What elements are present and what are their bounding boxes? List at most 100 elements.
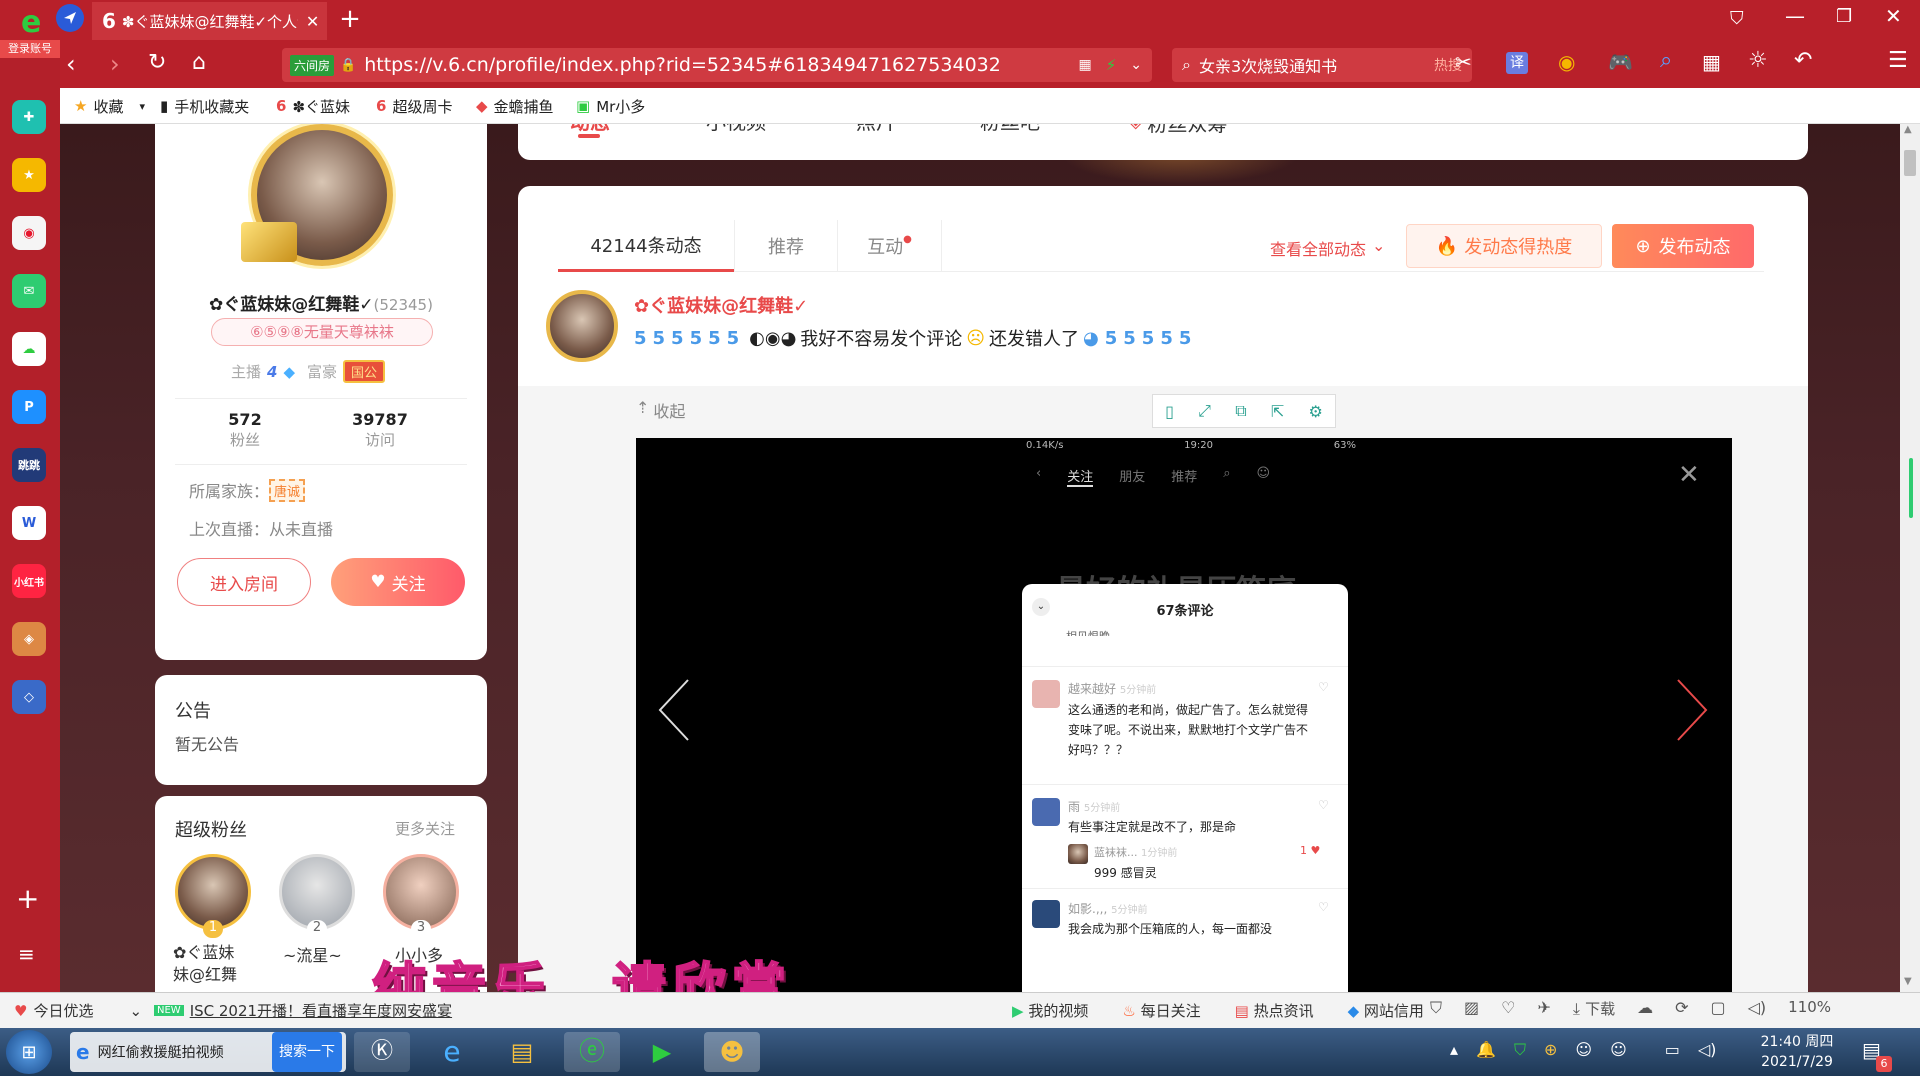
prev-arrow-icon[interactable]: [656, 678, 692, 742]
fan-name[interactable]: ✿ぐ蓝妹 妹@红舞: [173, 942, 263, 986]
refresh-icon[interactable]: ⟳: [1675, 998, 1688, 1019]
minimize-icon[interactable]: —: [1785, 4, 1805, 28]
new-tab-button[interactable]: +: [333, 4, 367, 38]
close-window-icon[interactable]: ✕: [1885, 4, 1902, 28]
hot-button[interactable]: 🔥 发动态得热度: [1406, 224, 1602, 268]
sidebar-star-icon[interactable]: ★: [12, 158, 46, 192]
fan-avatar[interactable]: [175, 854, 251, 930]
brightness-icon[interactable]: ☼: [1748, 48, 1768, 73]
game-icon[interactable]: 🎮: [1608, 50, 1633, 74]
page-scrollbar[interactable]: ▲ ▼: [1900, 124, 1920, 992]
favorites-item[interactable]: ★ 收藏 ▾: [74, 88, 145, 124]
video-close-icon[interactable]: ✕: [1678, 460, 1700, 490]
fullscreen-icon[interactable]: ⤢: [1198, 401, 1211, 421]
shield-icon[interactable]: ⛉: [1430, 998, 1442, 1019]
zoom-level[interactable]: 110%: [1788, 998, 1831, 1019]
favorites-item[interactable]: ◆ 金蟾捕鱼: [476, 88, 554, 124]
fan-name[interactable]: ~流星~: [283, 942, 342, 966]
clock-date[interactable]: 2021/7/29: [1752, 1052, 1842, 1072]
collapse-link[interactable]: ⇡ 收起: [636, 398, 685, 422]
view-all-dropdown[interactable]: 查看全部动态 ⌄: [1270, 236, 1385, 260]
speed-icon[interactable]: ✈: [1537, 998, 1550, 1019]
scissors-icon[interactable]: ✂: [1455, 50, 1472, 74]
more-follow-link[interactable]: 更多关注: [395, 818, 455, 839]
menu-icon[interactable]: ☰: [1888, 48, 1908, 73]
address-input[interactable]: 六间房 🔒 https://v.6.cn/profile/index.php?r…: [282, 48, 1152, 82]
tray-up-icon[interactable]: ▴: [1450, 1040, 1458, 1060]
post-author-avatar[interactable]: [546, 290, 618, 362]
sidebar-game-icon[interactable]: ◈: [12, 622, 46, 656]
enter-room-button[interactable]: 进入房间: [177, 558, 311, 606]
start-button[interactable]: ⊞: [6, 1030, 52, 1074]
sidebar-mail-icon[interactable]: ✉: [12, 274, 46, 308]
status-my-video[interactable]: ▶ 我的视频: [1012, 1000, 1088, 1021]
settings-icon[interactable]: ⚙: [1309, 402, 1323, 421]
download-button[interactable]: ⤓ 下载: [1573, 998, 1615, 1019]
sidebar-doc-icon[interactable]: W: [12, 506, 46, 540]
back-icon[interactable]: ‹: [66, 50, 76, 78]
tray-network-icon[interactable]: ▭: [1665, 1040, 1680, 1060]
favorites-item[interactable]: 6 超级周卡: [376, 88, 452, 124]
apps-grid-icon[interactable]: ▦: [1702, 50, 1721, 74]
dropdown-icon[interactable]: ⌄: [1130, 57, 1142, 73]
tray-bell-icon[interactable]: 🔔: [1476, 1040, 1496, 1060]
nav-tab-fanbar[interactable]: 粉丝吧: [980, 124, 1040, 135]
taskbar-player-icon[interactable]: ▶: [634, 1032, 690, 1072]
browser-tab[interactable]: 6 ✽ぐ蓝妹妹@红舞鞋✓个人动态 ✕: [92, 2, 327, 40]
tab-close-icon[interactable]: ✕: [306, 12, 319, 31]
taskbar-ie-icon[interactable]: e: [424, 1032, 480, 1072]
sidebar-login-label[interactable]: 登录账号: [0, 40, 60, 58]
clock-time[interactable]: 21:40 周四: [1752, 1032, 1842, 1052]
ie-mode-icon[interactable]: ☁: [1637, 998, 1653, 1019]
taskbar-app-icon[interactable]: ☻: [704, 1032, 760, 1072]
sidebar-cloud-icon[interactable]: ☁: [12, 332, 46, 366]
bolt-icon[interactable]: ⚡: [1106, 56, 1117, 74]
tray-shield-icon[interactable]: ⛉: [1514, 1040, 1526, 1060]
sidebar-app-label[interactable]: 跳跳: [12, 448, 46, 482]
sidebar-p-icon[interactable]: P: [12, 390, 46, 424]
search-input[interactable]: ⌕ 女亲3次烧毁通知书 热搜: [1172, 48, 1472, 82]
feed-tab-interact[interactable]: 互动 ●: [838, 220, 942, 272]
home-icon[interactable]: ⌂: [192, 50, 206, 75]
fan-avatar[interactable]: [279, 854, 355, 930]
status-hot-news[interactable]: ▤ 热点资讯: [1235, 1000, 1314, 1021]
fit-icon[interactable]: ▯: [1165, 402, 1174, 421]
reload-icon[interactable]: ↻: [148, 50, 166, 75]
sidebar-cross-icon[interactable]: ✚: [12, 100, 46, 134]
translate-button[interactable]: 译: [1506, 52, 1528, 74]
forward-icon[interactable]: ›: [110, 50, 120, 78]
window-icon[interactable]: ▢: [1710, 998, 1725, 1019]
scroll-indicator[interactable]: [1909, 458, 1913, 518]
family-badge[interactable]: 唐诚: [269, 478, 306, 502]
next-arrow-icon[interactable]: [1674, 678, 1710, 742]
taskbar-browser-icon[interactable]: ⓔ: [564, 1032, 620, 1072]
status-daily[interactable]: ♨ 每日关注: [1122, 1000, 1200, 1021]
nav-tab-crowdfund[interactable]: 粉丝众筹: [1147, 124, 1227, 137]
feed-tab-all[interactable]: 42144条动态: [558, 220, 734, 272]
nav-arrow-icon[interactable]: [56, 4, 84, 32]
today-pick[interactable]: 今日优选: [33, 1000, 93, 1021]
post-author-name[interactable]: ✿ぐ蓝妹妹@红舞鞋✓: [634, 292, 808, 318]
post-button[interactable]: ⊕ 发布动态: [1612, 224, 1754, 268]
magnifier-icon[interactable]: ⌕: [1660, 48, 1672, 73]
nav-tab-photos[interactable]: 照片: [856, 124, 896, 135]
follow-button[interactable]: ♥ 关注: [331, 558, 465, 606]
tray-volume-icon[interactable]: ◁): [1698, 1040, 1717, 1060]
sidebar-game2-icon[interactable]: ◇: [12, 680, 46, 714]
feed-tab-recommend[interactable]: 推荐: [734, 220, 838, 272]
browser-logo-icon[interactable]: e: [8, 4, 52, 38]
coin-icon[interactable]: ◉: [1558, 50, 1575, 74]
video-player[interactable]: 0.14K/s 19:20 63% ‹ 关注 朋友 推荐 ⌕ ☺ ✕ 最好的礼是…: [636, 438, 1732, 992]
scrollbar-thumb[interactable]: [1904, 150, 1916, 176]
taskbar-k-icon[interactable]: Ⓚ: [354, 1032, 410, 1072]
favorites-item[interactable]: ▣ Mr小多: [576, 88, 645, 124]
pip-icon[interactable]: ⧉: [1235, 401, 1246, 421]
taskbar-folder-icon[interactable]: ▤: [494, 1032, 550, 1072]
tray-qq2-icon[interactable]: ☺: [1610, 1040, 1627, 1060]
health-icon[interactable]: ♡: [1501, 998, 1515, 1019]
status-credit[interactable]: ◆ 网站信用: [1348, 1000, 1424, 1021]
taskbar-search-button[interactable]: 搜索一下: [272, 1032, 342, 1072]
sidebar-weibo-icon[interactable]: ◉: [12, 216, 46, 250]
sidebar-list-icon[interactable]: ≡: [18, 942, 35, 966]
nav-tab-video[interactable]: 小视频: [706, 124, 766, 135]
